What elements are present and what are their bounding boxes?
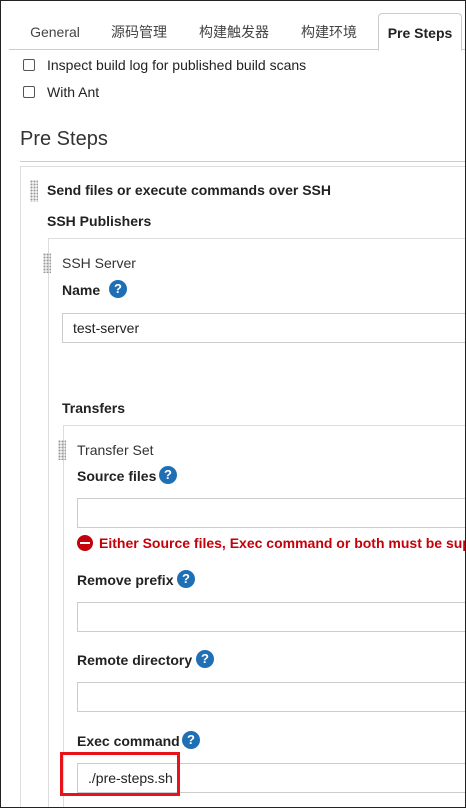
jenkins-job-config: General 源码管理 构建触发器 构建环境 Pre Steps Inspec… bbox=[0, 0, 466, 808]
config-tabs: General 源码管理 构建触发器 构建环境 Pre Steps bbox=[9, 13, 465, 51]
error-icon bbox=[77, 535, 93, 551]
remove-prefix-help-icon[interactable]: ? bbox=[177, 570, 195, 588]
remove-prefix-field[interactable] bbox=[77, 602, 465, 632]
transfer-set-header: Transfer Set bbox=[77, 442, 154, 458]
with-ant-label: With Ant bbox=[47, 84, 100, 100]
source-files-field[interactable] bbox=[77, 498, 465, 528]
source-files-label: Source files bbox=[77, 468, 157, 484]
ssh-publishers-label: SSH Publishers bbox=[47, 213, 152, 229]
remove-prefix-label: Remove prefix bbox=[77, 572, 174, 588]
source-files-help-icon[interactable]: ? bbox=[159, 466, 177, 484]
step-title: Send files or execute commands over SSH bbox=[47, 182, 331, 198]
tab-source-code[interactable]: 源码管理 bbox=[101, 13, 177, 49]
validation-error: Either Source files, Exec command or bot… bbox=[77, 535, 466, 551]
exec-command-help-icon[interactable]: ? bbox=[182, 731, 200, 749]
drag-handle-icon[interactable] bbox=[58, 440, 66, 460]
drag-handle-icon[interactable] bbox=[30, 180, 38, 202]
name-label: Name bbox=[62, 282, 101, 298]
transfers-label: Transfers bbox=[62, 400, 126, 416]
name-field[interactable]: test-server bbox=[62, 313, 465, 343]
with-ant-checkbox[interactable] bbox=[23, 86, 35, 98]
inspect-build-log-label: Inspect build log for published build sc… bbox=[47, 57, 307, 73]
inspect-build-log-option: Inspect build log for published build sc… bbox=[23, 55, 306, 75]
remote-directory-field[interactable] bbox=[77, 682, 465, 712]
drag-handle-icon[interactable] bbox=[43, 253, 51, 273]
tab-general[interactable]: General bbox=[19, 13, 91, 49]
section-divider bbox=[20, 161, 465, 162]
section-title: Pre Steps bbox=[20, 128, 108, 150]
validation-error-text: Either Source files, Exec command or bot… bbox=[99, 535, 466, 551]
with-ant-option: With Ant bbox=[23, 82, 99, 102]
tab-pre-steps[interactable]: Pre Steps bbox=[378, 13, 462, 51]
remote-directory-label: Remote directory bbox=[77, 652, 193, 668]
name-help-icon[interactable]: ? bbox=[109, 280, 127, 298]
tab-build-environment[interactable]: 构建环境 bbox=[291, 13, 367, 49]
exec-command-label: Exec command bbox=[77, 733, 180, 749]
inspect-build-log-checkbox[interactable] bbox=[23, 59, 35, 71]
remote-directory-help-icon[interactable]: ? bbox=[196, 650, 214, 668]
ssh-server-header: SSH Server bbox=[62, 255, 136, 271]
tab-build-triggers[interactable]: 构建触发器 bbox=[189, 13, 279, 49]
annotation-highlight-box bbox=[60, 752, 180, 796]
